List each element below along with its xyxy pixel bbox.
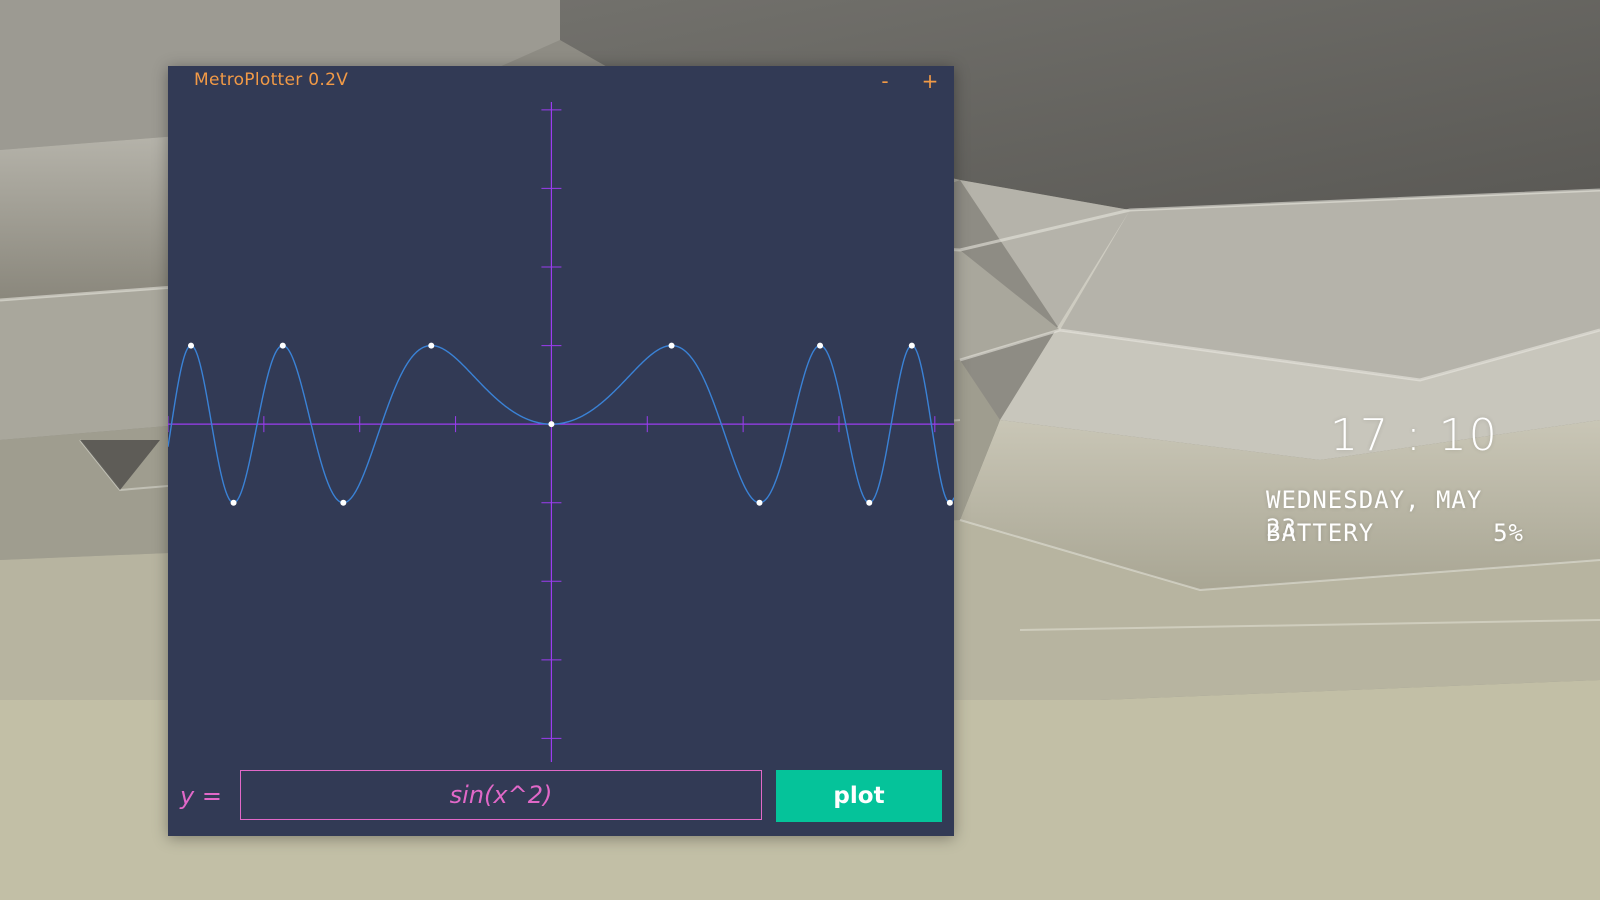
- extremum-point: [866, 499, 873, 506]
- plot-canvas: [168, 102, 954, 762]
- extremum-point: [279, 342, 286, 349]
- function-label: y =: [180, 782, 222, 810]
- battery-value: 5%: [1493, 519, 1524, 547]
- clock-time: 17 : 10: [1330, 410, 1499, 461]
- title-bar[interactable]: MetroPlotter 0.2V - +: [168, 66, 954, 96]
- minimize-button[interactable]: -: [874, 68, 896, 94]
- plotter-window: MetroPlotter 0.2V - + y = plot: [168, 66, 954, 836]
- extremum-point: [230, 499, 237, 506]
- plot-button[interactable]: plot: [776, 770, 942, 822]
- extremum-point: [428, 342, 435, 349]
- extremum-point: [756, 499, 763, 506]
- app-title: MetroPlotter 0.2V: [194, 70, 349, 90]
- battery-label: BATTERY: [1266, 519, 1375, 547]
- extremum-point: [817, 342, 824, 349]
- extremum-point: [188, 342, 195, 349]
- extremum-point: [668, 342, 675, 349]
- extremum-point: [340, 499, 347, 506]
- maximize-button[interactable]: +: [919, 68, 941, 94]
- battery-status: BATTERY 5%: [1266, 519, 1524, 547]
- extremum-point: [548, 421, 555, 428]
- function-input[interactable]: [240, 770, 762, 820]
- extremum-point: [908, 342, 915, 349]
- extremum-point: [946, 499, 953, 506]
- plot-area[interactable]: [168, 102, 954, 762]
